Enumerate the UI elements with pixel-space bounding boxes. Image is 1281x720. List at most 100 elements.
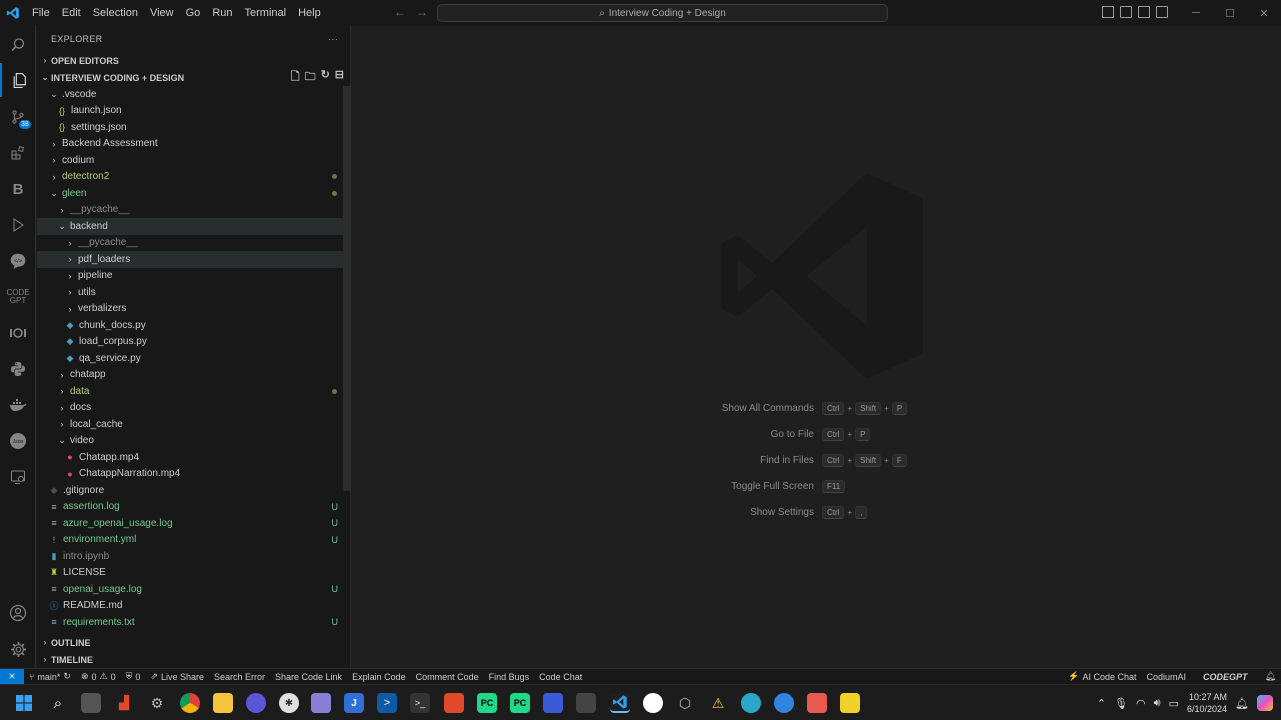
microphone-icon[interactable]: 🎙︎ xyxy=(1114,697,1128,710)
app-circle-icon[interactable] xyxy=(774,693,794,713)
search-icon[interactable] xyxy=(0,28,36,62)
collapse-all-icon[interactable]: ⊟ xyxy=(335,68,344,87)
menu-run[interactable]: Run xyxy=(206,0,238,26)
tree-item[interactable]: › codium xyxy=(37,152,350,169)
tree-item[interactable]: ≡ azure_openai_usage.log U xyxy=(37,515,350,532)
tree-item[interactable]: › data xyxy=(37,383,350,400)
app-red-icon[interactable] xyxy=(444,693,464,713)
warning-app-icon[interactable]: ⚠ xyxy=(708,693,728,713)
settings-app-icon[interactable]: ⚙ xyxy=(147,693,167,713)
codegpt-button[interactable]: CODEGPT xyxy=(1191,672,1260,682)
python-icon[interactable] xyxy=(0,352,36,386)
sidebar-scrollbar[interactable] xyxy=(343,86,350,491)
notifications-icon[interactable]: 🔔︎ xyxy=(1235,697,1249,710)
run-debug-icon[interactable] xyxy=(0,208,36,242)
tree-item[interactable]: ⓘ README.md xyxy=(37,598,350,615)
menu-edit[interactable]: Edit xyxy=(56,0,87,26)
json-icon[interactable]: Json xyxy=(0,424,36,458)
tree-item[interactable]: ♜ LICENSE xyxy=(37,565,350,582)
shortcut-hint[interactable]: Show All Commands Ctrl + Shift + P xyxy=(694,395,954,421)
live-share-button[interactable]: ⇗ Live Share xyxy=(145,671,209,682)
new-file-icon[interactable]: 🗋 xyxy=(291,68,300,87)
toggle-secondary-sidebar-icon[interactable] xyxy=(1138,6,1150,18)
terminal-icon[interactable]: >_ xyxy=(410,693,430,713)
slack-icon[interactable]: ✱ xyxy=(279,693,299,713)
tree-item[interactable]: › utils xyxy=(37,284,350,301)
shortcut-hint[interactable]: Toggle Full Screen F11 xyxy=(694,473,954,499)
jetbrains-icon[interactable]: J xyxy=(344,693,364,713)
workspace-section[interactable]: ⌄ INTERVIEW CODING + DESIGN 🗋 🗀 ↻ ⊟ xyxy=(37,69,350,86)
source-control-icon[interactable]: 38 xyxy=(0,100,36,134)
new-folder-icon[interactable]: 🗀 xyxy=(305,68,316,87)
find-bugs-button[interactable]: Find Bugs xyxy=(484,672,535,682)
explain-code-button[interactable]: Explain Code xyxy=(347,672,411,682)
maximize-icon[interactable]: ☐ xyxy=(1213,0,1247,26)
tree-item[interactable]: {} settings.json xyxy=(37,119,350,136)
menu-terminal[interactable]: Terminal xyxy=(239,0,293,26)
tree-item[interactable]: › pdf_loaders xyxy=(37,251,350,268)
chrome-icon[interactable] xyxy=(180,693,200,713)
notifications-bell-icon[interactable]: 🔔︎ xyxy=(1260,671,1281,682)
toggle-panel-icon[interactable] xyxy=(1120,6,1132,18)
task-view-icon[interactable] xyxy=(81,693,101,713)
chat-extension-icon[interactable]: </> xyxy=(0,244,36,278)
tree-item[interactable]: › docs xyxy=(37,400,350,417)
menu-help[interactable]: Help xyxy=(292,0,327,26)
tree-item[interactable]: ≡ assertion.log U xyxy=(37,499,350,516)
firefox-icon[interactable] xyxy=(246,693,266,713)
menu-go[interactable]: Go xyxy=(180,0,207,26)
codegpt-icon[interactable]: CODE GPT xyxy=(0,280,36,314)
virtualbox-icon[interactable]: ⬡ xyxy=(675,693,695,713)
copilot-icon[interactable] xyxy=(1257,695,1273,711)
sticky-notes-icon[interactable] xyxy=(840,693,860,713)
file-explorer-icon[interactable] xyxy=(213,693,233,713)
pycharm-alt-icon[interactable]: PC xyxy=(510,693,530,713)
app-blue-icon[interactable] xyxy=(543,693,563,713)
pycharm-icon[interactable]: PC xyxy=(477,693,497,713)
vscode-taskbar-icon[interactable] xyxy=(610,693,630,713)
forward-arrow-icon[interactable]: → xyxy=(416,5,428,19)
toggle-primary-sidebar-icon[interactable] xyxy=(1102,6,1114,18)
tree-item[interactable]: ≡ requirements.txt U xyxy=(37,614,350,631)
ports-indicator[interactable]: ⛨ 0 xyxy=(121,671,146,682)
codium-icon[interactable] xyxy=(0,316,36,350)
tree-item[interactable]: ▮ intro.ipynb xyxy=(37,548,350,565)
share-code-link-button[interactable]: Share Code Link xyxy=(270,672,347,682)
settings-gear-icon[interactable] xyxy=(0,632,36,666)
comment-code-button[interactable]: Comment Code xyxy=(411,672,484,682)
close-icon[interactable]: ✕ xyxy=(1247,0,1281,26)
b-extension-icon[interactable]: B xyxy=(0,172,36,206)
edge-icon[interactable] xyxy=(741,693,761,713)
remote-explorer-icon[interactable] xyxy=(0,460,36,494)
tree-item[interactable]: ! environment.yml U xyxy=(37,532,350,549)
minimize-icon[interactable]: ─ xyxy=(1179,0,1213,26)
tree-item[interactable]: ⌄ .vscode xyxy=(37,86,350,103)
menu-file[interactable]: File xyxy=(26,0,56,26)
app-window-icon[interactable] xyxy=(576,693,596,713)
explorer-files-icon[interactable] xyxy=(0,63,36,97)
refresh-icon[interactable]: ↻ xyxy=(321,68,330,87)
app-image-icon[interactable] xyxy=(807,693,827,713)
battery-icon[interactable]: ▭ xyxy=(1169,697,1179,710)
menu-view[interactable]: View xyxy=(144,0,180,26)
more-actions-icon[interactable]: ··· xyxy=(328,34,338,44)
outline-section[interactable]: › OUTLINE xyxy=(37,634,350,651)
tree-item[interactable]: › detectron2 xyxy=(37,169,350,186)
shortcut-hint[interactable]: Find in Files Ctrl + Shift + F xyxy=(694,447,954,473)
tree-item[interactable]: ⌄ gleen xyxy=(37,185,350,202)
tree-item[interactable]: ⌄ backend xyxy=(37,218,350,235)
tree-item[interactable]: ● Chatapp.mp4 xyxy=(37,449,350,466)
tree-item[interactable]: ◆ .gitignore xyxy=(37,482,350,499)
docker-icon[interactable] xyxy=(0,388,36,422)
tree-item[interactable]: › chatapp xyxy=(37,367,350,384)
ai-code-chat-button[interactable]: ⚡ AI Code Chat xyxy=(1063,671,1141,682)
app-chart-icon[interactable]: ▟ xyxy=(114,693,134,713)
chevron-up-icon[interactable]: ⌃ xyxy=(1097,697,1106,710)
tree-item[interactable]: ◆ qa_service.py xyxy=(37,350,350,367)
tree-item[interactable]: › pipeline xyxy=(37,268,350,285)
search-error-button[interactable]: Search Error xyxy=(209,672,270,682)
windows-start-icon[interactable] xyxy=(14,693,34,713)
extensions-icon[interactable] xyxy=(0,136,36,170)
tree-item[interactable]: › verbalizers xyxy=(37,301,350,318)
tree-item[interactable]: › __pycache__ xyxy=(37,235,350,252)
